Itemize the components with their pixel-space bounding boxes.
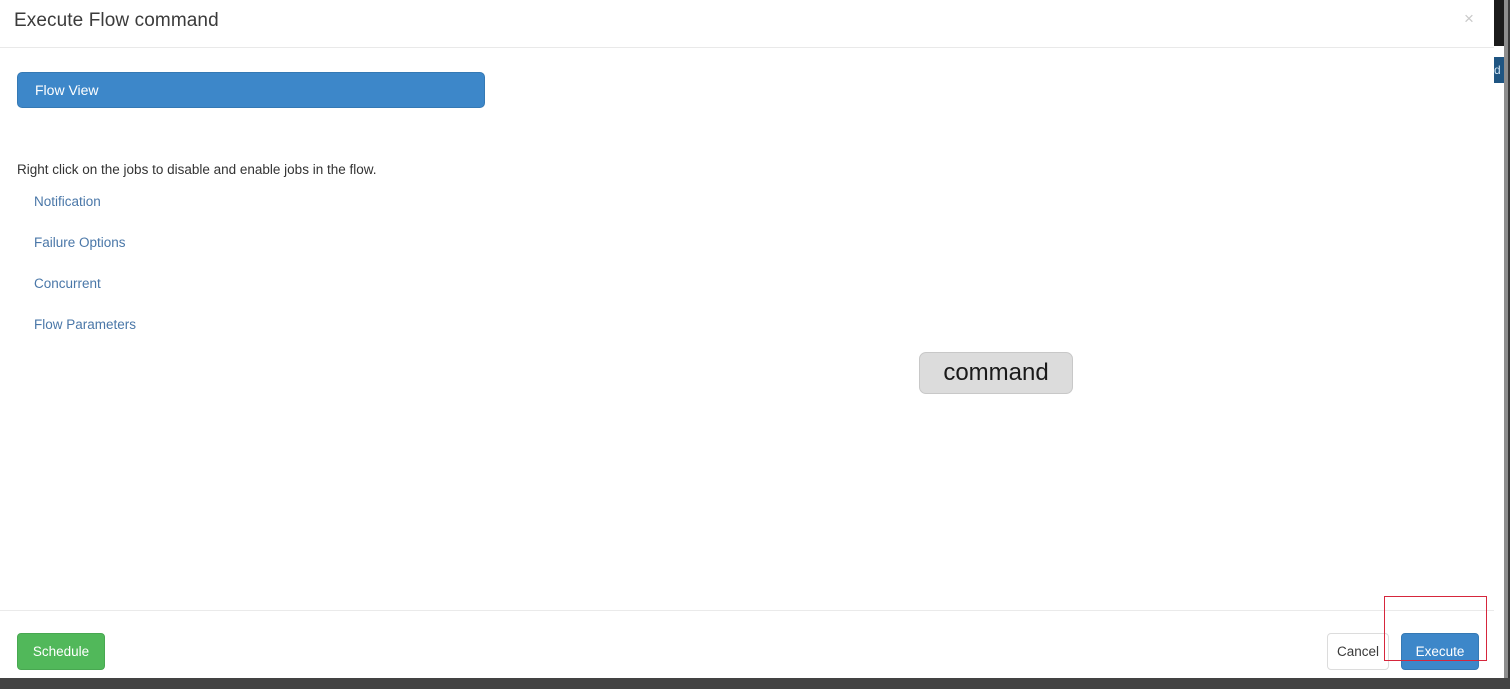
- close-icon[interactable]: ×: [1458, 8, 1480, 30]
- modal-header: Execute Flow command ×: [0, 0, 1494, 48]
- modal-footer: Schedule Cancel Execute: [0, 610, 1494, 682]
- window-bottom-edge: [0, 678, 1510, 689]
- link-concurrent[interactable]: Concurrent: [34, 276, 101, 291]
- link-flow-parameters[interactable]: Flow Parameters: [34, 317, 136, 332]
- flow-view-panel-header[interactable]: Flow View: [17, 72, 485, 108]
- link-failure-options[interactable]: Failure Options: [34, 235, 126, 250]
- cancel-button[interactable]: Cancel: [1327, 633, 1389, 670]
- flow-view-label: Flow View: [35, 82, 99, 98]
- screen: d Execute Flow command × Flow View Right…: [0, 0, 1510, 689]
- execute-flow-modal: Execute Flow command × Flow View Right c…: [0, 0, 1494, 682]
- modal-body: Flow View Right click on the jobs to dis…: [0, 49, 1494, 610]
- modal-title: Execute Flow command: [14, 10, 219, 31]
- schedule-button[interactable]: Schedule: [17, 633, 105, 670]
- options-link-list: Notification Failure Options Concurrent …: [34, 194, 334, 358]
- flow-graph-canvas[interactable]: command: [500, 49, 1494, 610]
- execute-button[interactable]: Execute: [1401, 633, 1479, 670]
- link-notification[interactable]: Notification: [34, 194, 101, 209]
- flow-hint-text: Right click on the jobs to disable and e…: [17, 162, 377, 177]
- flow-node-command[interactable]: command: [919, 352, 1073, 394]
